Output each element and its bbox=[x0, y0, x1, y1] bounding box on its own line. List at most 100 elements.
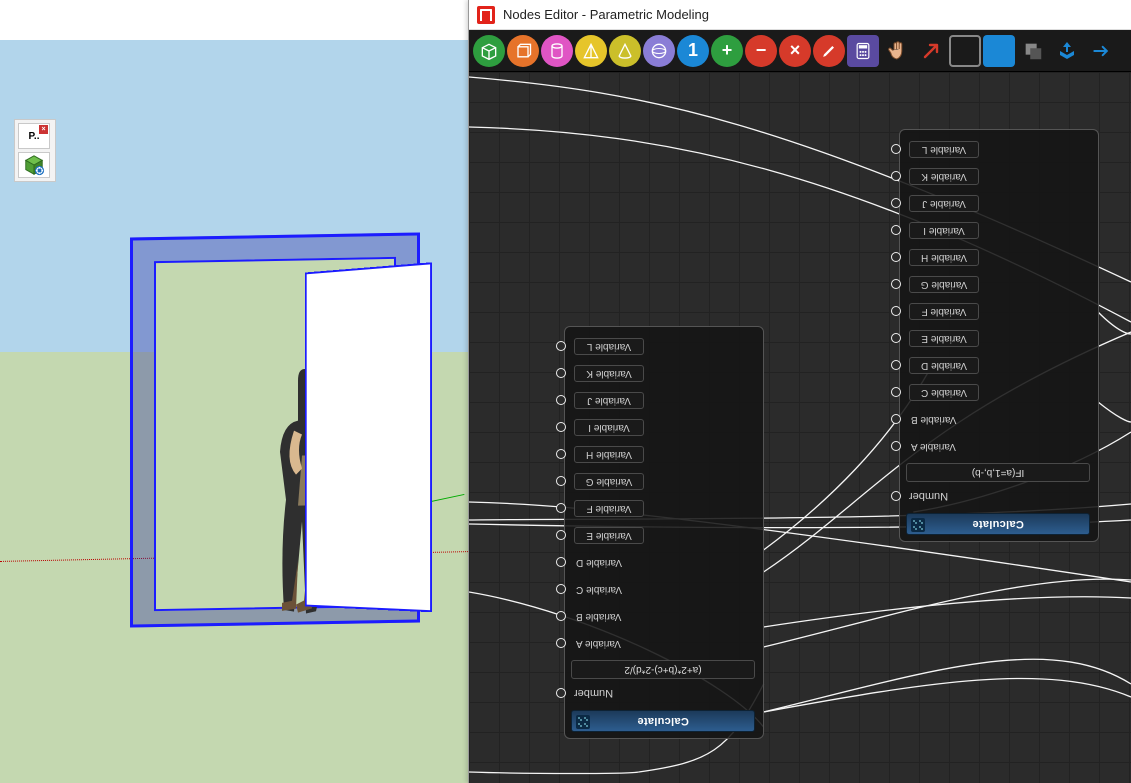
variable-row: Variable A bbox=[906, 433, 1090, 460]
variable-row: Variable G bbox=[906, 271, 1090, 298]
window-titlebar[interactable]: Nodes Editor - Parametric Modeling bbox=[469, 0, 1131, 30]
input-port[interactable] bbox=[891, 253, 901, 263]
variable-row: Variable I bbox=[906, 217, 1090, 244]
toolbar-bool-a-icon[interactable] bbox=[949, 35, 981, 67]
viewport-canvas[interactable] bbox=[0, 40, 468, 783]
input-port[interactable] bbox=[556, 450, 566, 460]
variable-label: Variable D bbox=[574, 557, 632, 568]
calculate-node-a[interactable]: Calculate Number Variable AVariable BVar… bbox=[564, 326, 764, 739]
toolbar-one-icon[interactable]: 1 bbox=[677, 35, 709, 67]
input-port[interactable] bbox=[891, 280, 901, 290]
variable-row: Variable J bbox=[571, 387, 755, 414]
toolbar-subtract-icon[interactable]: − bbox=[745, 35, 777, 67]
input-port[interactable] bbox=[891, 388, 901, 398]
sketchup-viewport[interactable]: P.. × bbox=[0, 0, 468, 783]
input-port[interactable] bbox=[556, 585, 566, 595]
input-port[interactable] bbox=[891, 199, 901, 209]
variable-label: Variable B bbox=[574, 611, 632, 622]
toolbar-prism-icon[interactable] bbox=[507, 35, 539, 67]
node-title-button[interactable]: Calculate bbox=[906, 513, 1090, 535]
node-title-label: Calculate bbox=[972, 518, 1024, 530]
variable-row: Variable E bbox=[906, 325, 1090, 352]
variable-row: Variable I bbox=[571, 414, 755, 441]
input-port[interactable] bbox=[891, 415, 901, 425]
vars-pill-container-b: Variable C Variable D Variable E Variable F… bbox=[906, 136, 1090, 406]
variable-label: Variable A bbox=[909, 441, 967, 452]
sketchup-icon bbox=[477, 6, 495, 24]
variable-label: Variable E bbox=[574, 527, 644, 544]
toolbar-sphere-icon[interactable] bbox=[643, 35, 675, 67]
extension-toolbar[interactable]: P.. × bbox=[14, 119, 56, 182]
variable-row: Variable H bbox=[571, 441, 755, 468]
variable-label: Variable F bbox=[909, 303, 979, 320]
input-port[interactable] bbox=[556, 396, 566, 406]
node-title-button[interactable]: Calculate bbox=[571, 710, 755, 732]
variable-label: Variable H bbox=[574, 446, 644, 463]
toolbar-multiply-icon[interactable]: × bbox=[779, 35, 811, 67]
output-port[interactable] bbox=[891, 491, 901, 501]
variable-row: Variable F bbox=[571, 495, 755, 522]
toolbar-copy-icon[interactable] bbox=[1017, 35, 1049, 67]
pencil-icon bbox=[819, 41, 839, 61]
variable-label: Variable C bbox=[574, 584, 632, 595]
variable-label: Variable E bbox=[909, 330, 979, 347]
toolbar-measure-icon[interactable] bbox=[915, 35, 947, 67]
toolbar-arrow-icon[interactable] bbox=[1085, 35, 1117, 67]
input-port[interactable] bbox=[891, 226, 901, 236]
node-graph-canvas[interactable]: Calculate Number Variable AVariable BVar… bbox=[469, 72, 1131, 783]
variable-row: Variable G bbox=[571, 468, 755, 495]
door-model[interactable] bbox=[130, 232, 420, 627]
output-port[interactable] bbox=[556, 688, 566, 698]
toolbar-cone-icon[interactable] bbox=[609, 35, 641, 67]
variable-label: Variable K bbox=[574, 365, 644, 382]
input-port[interactable] bbox=[556, 558, 566, 568]
input-port[interactable] bbox=[891, 172, 901, 182]
variable-row: Variable C bbox=[571, 576, 755, 603]
variable-row: Variable K bbox=[906, 163, 1090, 190]
nodes-toolbar: 1 + − × bbox=[469, 30, 1131, 72]
variable-row: Variable F bbox=[906, 298, 1090, 325]
input-port[interactable] bbox=[556, 342, 566, 352]
toolbar-divide-icon[interactable] bbox=[813, 35, 845, 67]
vars-plain-container-b: Variable A Variable B bbox=[906, 406, 1090, 460]
variable-label: Variable B bbox=[909, 414, 967, 425]
input-port[interactable] bbox=[556, 477, 566, 487]
toolbar-point-icon[interactable] bbox=[881, 35, 913, 67]
formula-input[interactable] bbox=[571, 660, 755, 679]
parametric-panel-button[interactable]: P.. × bbox=[18, 123, 50, 149]
parametric-cube-button[interactable] bbox=[18, 152, 50, 178]
toolbar-pyramid-icon[interactable] bbox=[575, 35, 607, 67]
number-output-label: Number bbox=[574, 687, 613, 699]
variable-label: Variable H bbox=[909, 249, 979, 266]
vars-plain-container-a: Variable A Variable B Variable C Variable D bbox=[571, 549, 755, 657]
input-port[interactable] bbox=[556, 612, 566, 622]
variable-row: Variable K bbox=[571, 360, 755, 387]
variable-row: Variable E bbox=[571, 522, 755, 549]
variable-row: Variable C bbox=[906, 379, 1090, 406]
variable-label: Variable D bbox=[909, 357, 979, 374]
input-port[interactable] bbox=[891, 442, 901, 452]
close-icon[interactable]: × bbox=[39, 125, 48, 134]
input-port[interactable] bbox=[556, 423, 566, 433]
variable-label: Variable G bbox=[574, 473, 644, 490]
variable-label: Variable J bbox=[909, 195, 979, 212]
variable-label: Variable A bbox=[574, 638, 632, 649]
formula-input[interactable] bbox=[906, 463, 1090, 482]
input-port[interactable] bbox=[556, 369, 566, 379]
input-port[interactable] bbox=[556, 504, 566, 514]
toolbar-bool-b-icon[interactable] bbox=[983, 35, 1015, 67]
calculate-node-b[interactable]: Calculate Number Variable AVariable B Va… bbox=[899, 129, 1099, 542]
input-port[interactable] bbox=[891, 334, 901, 344]
input-port[interactable] bbox=[891, 307, 901, 317]
toolbar-box-icon[interactable] bbox=[473, 35, 505, 67]
input-port[interactable] bbox=[891, 145, 901, 155]
toolbar-cylinder-icon[interactable] bbox=[541, 35, 573, 67]
input-port[interactable] bbox=[556, 639, 566, 649]
input-port[interactable] bbox=[891, 361, 901, 371]
toolbar-add-icon[interactable]: + bbox=[711, 35, 743, 67]
toolbar-pushpull-icon[interactable] bbox=[1051, 35, 1083, 67]
variable-row: Variable H bbox=[906, 244, 1090, 271]
hand-icon bbox=[885, 39, 909, 63]
toolbar-calculator-icon[interactable] bbox=[847, 35, 879, 67]
input-port[interactable] bbox=[556, 531, 566, 541]
